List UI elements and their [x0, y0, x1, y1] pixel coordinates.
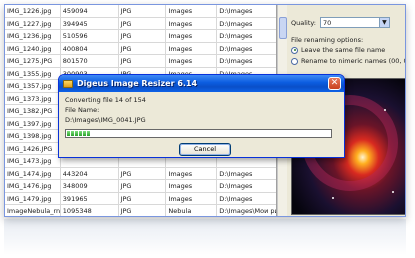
- file-size-cell: 391965: [61, 192, 119, 204]
- progress-block: [75, 131, 78, 136]
- table-row[interactable]: IMG_1275.JPG 801570 JPG Images D:\Images: [5, 55, 276, 68]
- file-name-cell: IMG_1236.jpg: [5, 30, 61, 42]
- file-type-cell: JPG: [119, 17, 167, 29]
- path-cell: D:\Images: [219, 19, 253, 28]
- file-type-cell: JPG: [119, 5, 167, 17]
- path-cell: D:\Images: [219, 32, 253, 40]
- dialog-title: Digeus Image Resizer 6.14: [77, 79, 198, 88]
- table-row[interactable]: ImageNebula_rnand...1095348JPGNebulaD:\I…: [5, 205, 276, 216]
- table-row[interactable]: IMG_1236.jpg 510596 JPG Images D:\Images: [5, 30, 276, 43]
- path-cell: D:\Images: [219, 57, 253, 65]
- file-name-label: File Name:: [65, 106, 100, 114]
- file-name-cell: IMG_1473.jpg: [5, 155, 61, 167]
- quality-row: Quality: 70 ▼: [291, 17, 390, 28]
- radio-numeric-names[interactable]: [291, 57, 298, 65]
- file-type-cell: JPG: [119, 205, 167, 216]
- star: [332, 197, 334, 199]
- dialog-body: Converting file 14 of 154 File Name: D:\…: [59, 92, 344, 157]
- file-type-cell: JPG: [119, 192, 167, 204]
- file-name-cell: IMG_1474.jpg: [5, 167, 61, 179]
- file-name-cell: IMG_1355.jpg: [5, 67, 61, 79]
- main-window: IMG_1226.jpg 459094 JPG Images D:\Images IMG_…: [4, 4, 406, 217]
- current-file-path: D:\Images\IMG_0041.JPG: [65, 116, 146, 124]
- progress-block: [79, 131, 82, 136]
- progress-fill: [67, 131, 330, 136]
- file-name-cell: IMG_1357.jpg: [5, 80, 61, 92]
- quality-select[interactable]: 70 ▼: [319, 17, 390, 28]
- window-reflection: [4, 219, 406, 255]
- folder-cell: Images: [166, 192, 218, 204]
- folder-cell: Images: [166, 30, 218, 42]
- file-type-cell: JPG: [119, 30, 167, 42]
- file-size-cell: 510596: [61, 30, 119, 42]
- path-cell: D:\Images: [219, 182, 253, 190]
- file-size-cell: 443204: [61, 167, 119, 179]
- file-name-cell: ImageNebula_rnand...: [7, 205, 61, 216]
- radio-same-name[interactable]: [291, 46, 298, 54]
- table-row[interactable]: IMG_1227.jpg 394945 JPG Images D:\Images: [5, 17, 276, 30]
- file-name-cell: IMG_1226.jpg: [5, 5, 61, 17]
- renaming-options-title: File renaming options:: [291, 36, 364, 44]
- table-row[interactable]: IMG_1226.jpg 459094 JPG Images D:\Images: [5, 5, 276, 18]
- path-cell: D:\Images\Мои рис: [219, 207, 276, 215]
- file-name-cell: IMG_1397.jpg: [5, 117, 61, 129]
- path-cell: D:\Images: [219, 44, 253, 53]
- progress-block: [87, 131, 90, 136]
- path-cell: D:\Images: [219, 194, 253, 203]
- file-name-cell: IMG_1382.JPG: [5, 105, 61, 117]
- scrollbar-thumb[interactable]: [279, 17, 287, 39]
- file-name-cell: IMG_1373.jpg: [5, 92, 61, 104]
- quality-value: 70: [322, 18, 332, 27]
- option-numeric-names[interactable]: Rename to nimeric names (00, 01,...): [291, 57, 405, 65]
- table-row[interactable]: IMG_1479.jpg 391965 JPG Images D:\Images: [5, 192, 276, 205]
- file-size-cell: 801570: [61, 55, 119, 67]
- folder-cell: Images: [166, 5, 218, 17]
- file-name-cell: IMG_1275.JPG: [5, 55, 61, 67]
- chevron-down-icon[interactable]: ▼: [378, 18, 389, 27]
- path-cell: D:\Images: [219, 169, 253, 178]
- progress-block: [83, 131, 86, 136]
- quality-label: Quality:: [291, 18, 316, 27]
- folder-cell: Nebula: [166, 205, 218, 216]
- conversion-status: Converting file 14 of 154: [65, 96, 146, 104]
- option-same-name[interactable]: Leave the same file name: [291, 46, 385, 54]
- table-row[interactable]: IMG_1474.jpg 443204 JPG Images D:\Images: [5, 167, 276, 180]
- file-type-cell: JPG: [119, 55, 167, 67]
- screenshot-stage: IMG_1226.jpg 459094 JPG Images D:\Images IMG_…: [0, 0, 415, 258]
- table-row[interactable]: IMG_1240.jpg 400804 JPG Images D:\Images: [5, 42, 276, 55]
- file-size-cell: 348009: [61, 180, 119, 192]
- star: [384, 109, 386, 111]
- cancel-button[interactable]: Cancel: [179, 143, 231, 156]
- progress-block: [67, 131, 70, 136]
- file-type-cell: JPG: [119, 42, 167, 54]
- file-type-cell: JPG: [119, 180, 167, 192]
- file-name-cell: IMG_1240.jpg: [5, 42, 61, 54]
- file-name-cell: IMG_1476.jpg: [5, 180, 61, 192]
- file-name-cell: IMG_1398.jpg: [5, 130, 61, 142]
- file-size-cell: 459094: [61, 5, 119, 17]
- folder-cell: Images: [166, 55, 218, 67]
- dialog-titlebar[interactable]: Digeus Image Resizer 6.14 ✕: [59, 75, 344, 92]
- progress-block: [71, 131, 74, 136]
- file-size-cell: 400804: [61, 42, 119, 54]
- file-name-cell: IMG_1479.jpg: [5, 192, 61, 204]
- file-type-cell: JPG: [119, 167, 167, 179]
- option-same-name-label: Leave the same file name: [301, 46, 386, 54]
- folder-cell: Images: [166, 17, 218, 29]
- option-numeric-names-label: Rename to nimeric names (00, 01,...): [301, 57, 405, 65]
- app-folder-icon: [63, 79, 73, 88]
- file-size-cell: 394945: [61, 17, 119, 29]
- path-cell: D:\Images: [219, 7, 253, 15]
- file-name-cell: IMG_1227.jpg: [5, 17, 61, 29]
- folder-cell: Images: [166, 180, 218, 192]
- progress-bar: [65, 129, 332, 138]
- folder-cell: Images: [166, 167, 218, 179]
- folder-cell: Images: [166, 42, 218, 54]
- table-row[interactable]: IMG_1476.jpg 348009 JPG Images D:\Images: [5, 180, 276, 193]
- close-icon[interactable]: ✕: [328, 77, 341, 90]
- progress-dialog: Digeus Image Resizer 6.14 ✕ Converting f…: [58, 74, 345, 158]
- star: [392, 191, 394, 193]
- file-name-cell: IMG_1426.JPG: [5, 142, 61, 154]
- file-size-cell: 1095348: [61, 205, 119, 216]
